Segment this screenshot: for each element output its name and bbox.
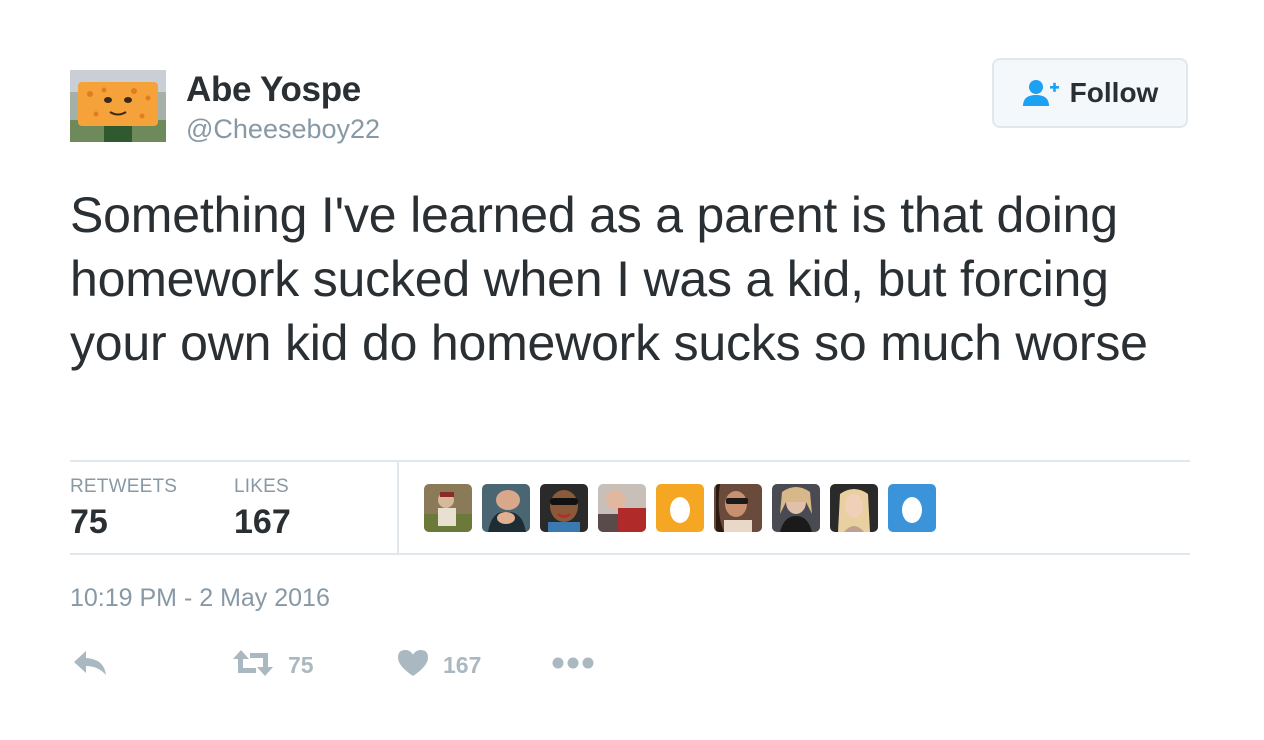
stats-top-divider xyxy=(70,460,1190,462)
heart-icon xyxy=(397,649,429,682)
likers-avatars xyxy=(424,484,936,532)
liker-avatar-2[interactable] xyxy=(482,484,530,532)
liker-avatar-6[interactable] xyxy=(714,484,762,532)
retweets-stat[interactable]: RETWEETS 75 xyxy=(70,476,177,542)
retweet-count: 75 xyxy=(288,651,314,678)
likes-count: 167 xyxy=(234,503,291,541)
author-avatar[interactable] xyxy=(70,70,166,142)
liker-avatar-3[interactable] xyxy=(540,484,588,532)
author-handle[interactable]: @Cheeseboy22 xyxy=(186,114,380,145)
likes-label: LIKES xyxy=(234,476,289,497)
cheese-face-avatar-icon xyxy=(70,70,166,142)
author-name[interactable]: Abe Yospe xyxy=(186,70,361,110)
liker-avatar-8[interactable] xyxy=(830,484,878,532)
more-icon xyxy=(552,656,594,675)
more-button[interactable] xyxy=(552,645,594,685)
liker-avatar-7[interactable] xyxy=(772,484,820,532)
stats-separator xyxy=(397,462,399,553)
user-photo-avatar-icon xyxy=(540,484,588,532)
user-photo-avatar-icon xyxy=(482,484,530,532)
add-user-icon xyxy=(1022,79,1060,107)
liker-avatar-1[interactable] xyxy=(424,484,472,532)
default-egg-avatar-icon xyxy=(656,484,704,532)
retweet-icon xyxy=(232,649,274,682)
default-egg-avatar-icon xyxy=(888,484,936,532)
reply-button[interactable] xyxy=(72,645,108,685)
liker-avatar-4[interactable] xyxy=(598,484,646,532)
user-photo-avatar-icon xyxy=(598,484,646,532)
liker-avatar-9[interactable] xyxy=(888,484,936,532)
like-button[interactable]: 167 xyxy=(397,645,481,685)
retweets-count: 75 xyxy=(70,503,108,541)
retweets-label: RETWEETS xyxy=(70,476,178,497)
tweet-timestamp[interactable]: 10:19 PM - 2 May 2016 xyxy=(70,584,330,613)
user-photo-avatar-icon xyxy=(424,484,472,532)
liker-avatar-5[interactable] xyxy=(656,484,704,532)
retweet-button[interactable]: 75 xyxy=(232,645,314,685)
tweet-text: Something I've learned as a parent is th… xyxy=(70,187,1148,371)
user-photo-avatar-icon xyxy=(772,484,820,532)
follow-label: Follow xyxy=(1069,77,1159,108)
reply-icon xyxy=(72,649,108,682)
user-photo-avatar-icon xyxy=(830,484,878,532)
user-photo-avatar-icon xyxy=(714,484,762,532)
likes-stat[interactable]: LIKES 167 xyxy=(234,476,291,542)
like-count: 167 xyxy=(443,651,482,678)
follow-button[interactable]: Follow xyxy=(992,58,1188,128)
stats-bottom-divider xyxy=(70,553,1190,555)
